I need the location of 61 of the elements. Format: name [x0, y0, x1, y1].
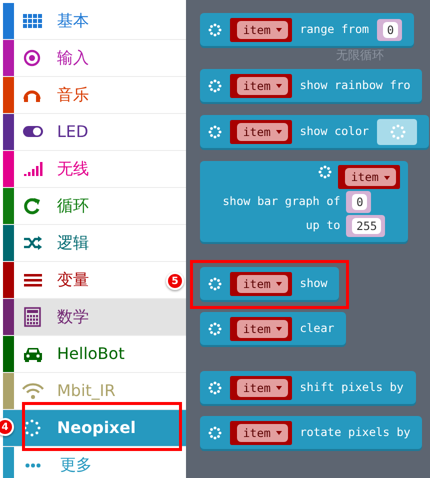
caret-icon	[276, 431, 282, 436]
code-block[interactable]: item range from 0	[200, 13, 414, 46]
block-label: show rainbow fro	[300, 76, 410, 94]
block-label: rotate pixels by	[300, 424, 410, 441]
variable-dropdown[interactable]: item	[237, 378, 288, 396]
variable-dropdown[interactable]: item	[237, 274, 288, 292]
code-block[interactable]: item clear	[200, 312, 346, 345]
block-label: show	[300, 274, 328, 292]
caret-icon	[276, 84, 282, 88]
variable-dropdown[interactable]: item	[237, 20, 288, 38]
category-item[interactable]: 数学	[3, 299, 186, 336]
caret-icon	[276, 28, 282, 32]
category-item[interactable]: 基本	[3, 3, 186, 40]
block-label: shift pixels by	[300, 378, 404, 396]
category-item[interactable]: LED	[3, 114, 186, 151]
wifi-icon	[22, 381, 44, 401]
block-label: range from	[300, 20, 369, 38]
shuffle-icon	[22, 233, 44, 253]
caret-icon	[276, 327, 282, 332]
neopixel-icon	[208, 322, 222, 336]
code-block[interactable]: item rotate pixels by	[200, 416, 422, 449]
neopixel-icon	[208, 78, 222, 92]
neopixel-icon	[208, 124, 222, 138]
calculator-icon	[22, 307, 44, 327]
category-item[interactable]: 逻辑	[3, 225, 186, 262]
caret-icon	[276, 282, 282, 286]
grid-icon	[22, 11, 44, 31]
code-block[interactable]: item show bar graph of 0 up to 255	[200, 161, 408, 242]
caret-icon	[276, 130, 282, 134]
neopixel-icon	[208, 380, 222, 394]
caret-icon	[384, 176, 390, 180]
category-item[interactable]: 音乐	[3, 77, 186, 114]
category-item[interactable]: HelloBot	[3, 336, 186, 373]
code-block[interactable]: item show color	[200, 115, 429, 148]
neopixel-icon	[318, 165, 332, 179]
block-label: show bar graph of	[222, 193, 340, 210]
variable-dropdown[interactable]: item	[237, 424, 288, 442]
neopixel-icon	[208, 276, 222, 290]
variable-dropdown[interactable]: item	[237, 76, 288, 94]
category-item[interactable]: 循环	[3, 188, 186, 225]
neopixel-icon	[388, 122, 407, 140]
step-number: 4	[0, 418, 14, 436]
number-input[interactable]: 0	[352, 194, 368, 210]
variable-dropdown[interactable]: item	[237, 320, 288, 338]
code-block[interactable]: item show	[200, 267, 340, 300]
neopixel-icon	[208, 22, 222, 36]
caret-icon	[276, 386, 282, 390]
category-item[interactable]: 无线	[3, 151, 186, 188]
block-label: up to	[304, 217, 340, 234]
signal-icon	[22, 159, 44, 179]
variable-dropdown[interactable]: item	[345, 168, 396, 186]
code-block[interactable]: item show rainbow fro	[200, 69, 422, 102]
variable-dropdown[interactable]: item	[237, 122, 288, 140]
category-item[interactable]: 输入	[3, 40, 186, 77]
number-input[interactable]: 255	[352, 218, 382, 234]
block-label: show color	[300, 122, 369, 140]
more-icon	[25, 462, 41, 468]
code-block[interactable]: item shift pixels by	[200, 371, 416, 404]
neopixel-icon	[208, 426, 222, 440]
block-label: clear	[300, 320, 334, 337]
number-input[interactable]: 0	[382, 22, 398, 38]
